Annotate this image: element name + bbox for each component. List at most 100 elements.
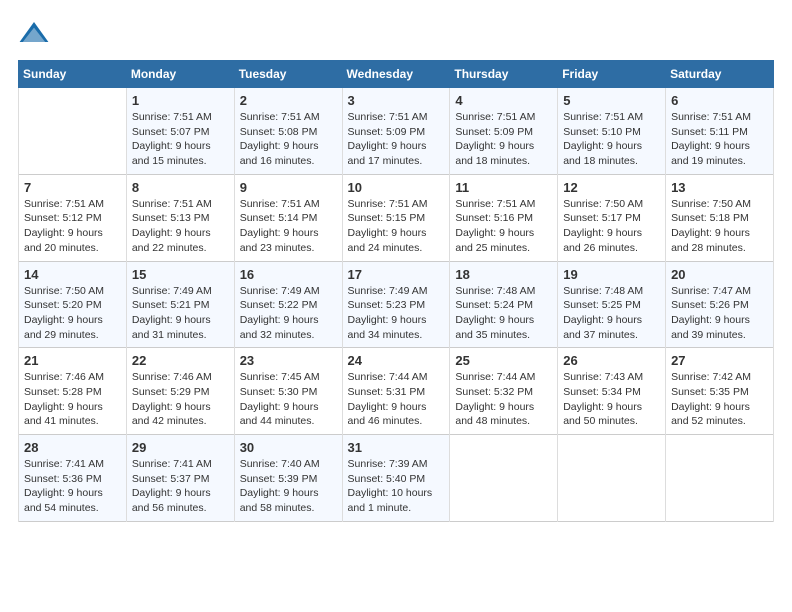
page: SundayMondayTuesdayWednesdayThursdayFrid… <box>0 0 792 612</box>
calendar-cell: 15 Sunrise: 7:49 AMSunset: 5:21 PMDayligh… <box>126 261 234 348</box>
day-number: 5 <box>563 93 661 108</box>
calendar-cell: 14 Sunrise: 7:50 AMSunset: 5:20 PMDayligh… <box>19 261 127 348</box>
day-info: Sunrise: 7:48 AMSunset: 5:25 PMDaylight:… <box>563 284 661 343</box>
day-info: Sunrise: 7:46 AMSunset: 5:28 PMDaylight:… <box>24 370 122 429</box>
calendar-cell: 2 Sunrise: 7:51 AMSunset: 5:08 PMDaylight… <box>234 88 342 175</box>
col-header-thursday: Thursday <box>450 61 558 88</box>
day-number: 11 <box>455 180 553 195</box>
calendar-cell: 3Sunrise: 7:51 AMSunset: 5:09 PMDaylight… <box>342 88 450 175</box>
week-row-3: 14 Sunrise: 7:50 AMSunset: 5:20 PMDayligh… <box>19 261 774 348</box>
calendar-cell: 5 Sunrise: 7:51 AMSunset: 5:10 PMDaylight… <box>558 88 666 175</box>
calendar-cell: 10 Sunrise: 7:51 AMSunset: 5:15 PMDayligh… <box>342 174 450 261</box>
calendar-cell: 11 Sunrise: 7:51 AMSunset: 5:16 PMDayligh… <box>450 174 558 261</box>
day-number: 25 <box>455 353 553 368</box>
col-header-sunday: Sunday <box>19 61 127 88</box>
day-info: Sunrise: 7:51 AMSunset: 5:11 PMDaylight:… <box>671 110 769 169</box>
calendar-cell: 17 Sunrise: 7:49 AMSunset: 5:23 PMDayligh… <box>342 261 450 348</box>
calendar-cell: 19 Sunrise: 7:48 AMSunset: 5:25 PMDayligh… <box>558 261 666 348</box>
week-row-5: 28 Sunrise: 7:41 AMSunset: 5:36 PMDayligh… <box>19 435 774 522</box>
calendar-cell: 16Sunrise: 7:49 AMSunset: 5:22 PMDayligh… <box>234 261 342 348</box>
day-info: Sunrise: 7:51 AMSunset: 5:08 PMDaylight:… <box>240 110 338 169</box>
day-info: Sunrise: 7:47 AMSunset: 5:26 PMDaylight:… <box>671 284 769 343</box>
day-number: 2 <box>240 93 338 108</box>
day-number: 30 <box>240 440 338 455</box>
calendar-cell <box>666 435 774 522</box>
day-info: Sunrise: 7:51 AMSunset: 5:12 PMDaylight:… <box>24 197 122 256</box>
day-number: 14 <box>24 267 122 282</box>
day-number: 22 <box>132 353 230 368</box>
day-number: 3 <box>348 93 446 108</box>
day-number: 31 <box>348 440 446 455</box>
calendar-cell: 29Sunrise: 7:41 AMSunset: 5:37 PMDayligh… <box>126 435 234 522</box>
day-info: Sunrise: 7:41 AMSunset: 5:36 PMDaylight:… <box>24 457 122 516</box>
day-info: Sunrise: 7:49 AMSunset: 5:23 PMDaylight:… <box>348 284 446 343</box>
day-info: Sunrise: 7:46 AMSunset: 5:29 PMDaylight:… <box>132 370 230 429</box>
col-header-tuesday: Tuesday <box>234 61 342 88</box>
col-header-friday: Friday <box>558 61 666 88</box>
calendar-cell <box>19 88 127 175</box>
day-number: 8 <box>132 180 230 195</box>
calendar-cell: 4Sunrise: 7:51 AMSunset: 5:09 PMDaylight… <box>450 88 558 175</box>
calendar-cell: 21 Sunrise: 7:46 AMSunset: 5:28 PMDayligh… <box>19 348 127 435</box>
header-row: SundayMondayTuesdayWednesdayThursdayFrid… <box>19 61 774 88</box>
day-number: 21 <box>24 353 122 368</box>
calendar-cell: 7 Sunrise: 7:51 AMSunset: 5:12 PMDaylight… <box>19 174 127 261</box>
day-info: Sunrise: 7:50 AMSunset: 5:18 PMDaylight:… <box>671 197 769 256</box>
day-number: 1 <box>132 93 230 108</box>
calendar-cell: 24 Sunrise: 7:44 AMSunset: 5:31 PMDayligh… <box>342 348 450 435</box>
calendar-cell: 26Sunrise: 7:43 AMSunset: 5:34 PMDayligh… <box>558 348 666 435</box>
day-number: 17 <box>348 267 446 282</box>
col-header-monday: Monday <box>126 61 234 88</box>
week-row-2: 7 Sunrise: 7:51 AMSunset: 5:12 PMDaylight… <box>19 174 774 261</box>
day-number: 7 <box>24 180 122 195</box>
day-number: 12 <box>563 180 661 195</box>
calendar-cell: 9 Sunrise: 7:51 AMSunset: 5:14 PMDaylight… <box>234 174 342 261</box>
day-info: Sunrise: 7:39 AMSunset: 5:40 PMDaylight:… <box>348 457 446 516</box>
day-info: Sunrise: 7:41 AMSunset: 5:37 PMDaylight:… <box>132 457 230 516</box>
day-number: 28 <box>24 440 122 455</box>
calendar-cell: 25Sunrise: 7:44 AMSunset: 5:32 PMDayligh… <box>450 348 558 435</box>
calendar-cell: 22 Sunrise: 7:46 AMSunset: 5:29 PMDayligh… <box>126 348 234 435</box>
day-number: 9 <box>240 180 338 195</box>
day-number: 26 <box>563 353 661 368</box>
calendar-cell: 28 Sunrise: 7:41 AMSunset: 5:36 PMDayligh… <box>19 435 127 522</box>
day-info: Sunrise: 7:51 AMSunset: 5:13 PMDaylight:… <box>132 197 230 256</box>
calendar-cell: 6 Sunrise: 7:51 AMSunset: 5:11 PMDaylight… <box>666 88 774 175</box>
day-number: 13 <box>671 180 769 195</box>
day-number: 27 <box>671 353 769 368</box>
col-header-wednesday: Wednesday <box>342 61 450 88</box>
calendar-cell: 8 Sunrise: 7:51 AMSunset: 5:13 PMDaylight… <box>126 174 234 261</box>
day-info: Sunrise: 7:49 AMSunset: 5:21 PMDaylight:… <box>132 284 230 343</box>
day-info: Sunrise: 7:42 AMSunset: 5:35 PMDaylight:… <box>671 370 769 429</box>
logo <box>18 18 54 50</box>
week-row-4: 21 Sunrise: 7:46 AMSunset: 5:28 PMDayligh… <box>19 348 774 435</box>
day-info: Sunrise: 7:51 AMSunset: 5:10 PMDaylight:… <box>563 110 661 169</box>
calendar-cell <box>558 435 666 522</box>
day-info: Sunrise: 7:50 AMSunset: 5:20 PMDaylight:… <box>24 284 122 343</box>
day-number: 6 <box>671 93 769 108</box>
day-info: Sunrise: 7:51 AMSunset: 5:09 PMDaylight:… <box>455 110 553 169</box>
calendar-cell: 12 Sunrise: 7:50 AMSunset: 5:17 PMDayligh… <box>558 174 666 261</box>
day-info: Sunrise: 7:45 AMSunset: 5:30 PMDaylight:… <box>240 370 338 429</box>
day-info: Sunrise: 7:51 AMSunset: 5:15 PMDaylight:… <box>348 197 446 256</box>
day-number: 23 <box>240 353 338 368</box>
day-number: 19 <box>563 267 661 282</box>
day-info: Sunrise: 7:51 AMSunset: 5:07 PMDaylight:… <box>132 110 230 169</box>
day-info: Sunrise: 7:51 AMSunset: 5:16 PMDaylight:… <box>455 197 553 256</box>
calendar-table: SundayMondayTuesdayWednesdayThursdayFrid… <box>18 60 774 522</box>
day-number: 10 <box>348 180 446 195</box>
week-row-1: 1 Sunrise: 7:51 AMSunset: 5:07 PMDaylight… <box>19 88 774 175</box>
day-number: 18 <box>455 267 553 282</box>
calendar-cell: 31 Sunrise: 7:39 AMSunset: 5:40 PMDayligh… <box>342 435 450 522</box>
header <box>18 18 774 50</box>
day-info: Sunrise: 7:40 AMSunset: 5:39 PMDaylight:… <box>240 457 338 516</box>
day-info: Sunrise: 7:51 AMSunset: 5:14 PMDaylight:… <box>240 197 338 256</box>
day-number: 15 <box>132 267 230 282</box>
day-info: Sunrise: 7:44 AMSunset: 5:31 PMDaylight:… <box>348 370 446 429</box>
day-info: Sunrise: 7:50 AMSunset: 5:17 PMDaylight:… <box>563 197 661 256</box>
calendar-cell: 27 Sunrise: 7:42 AMSunset: 5:35 PMDayligh… <box>666 348 774 435</box>
day-number: 24 <box>348 353 446 368</box>
col-header-saturday: Saturday <box>666 61 774 88</box>
logo-icon <box>18 18 50 50</box>
calendar-cell: 18Sunrise: 7:48 AMSunset: 5:24 PMDayligh… <box>450 261 558 348</box>
